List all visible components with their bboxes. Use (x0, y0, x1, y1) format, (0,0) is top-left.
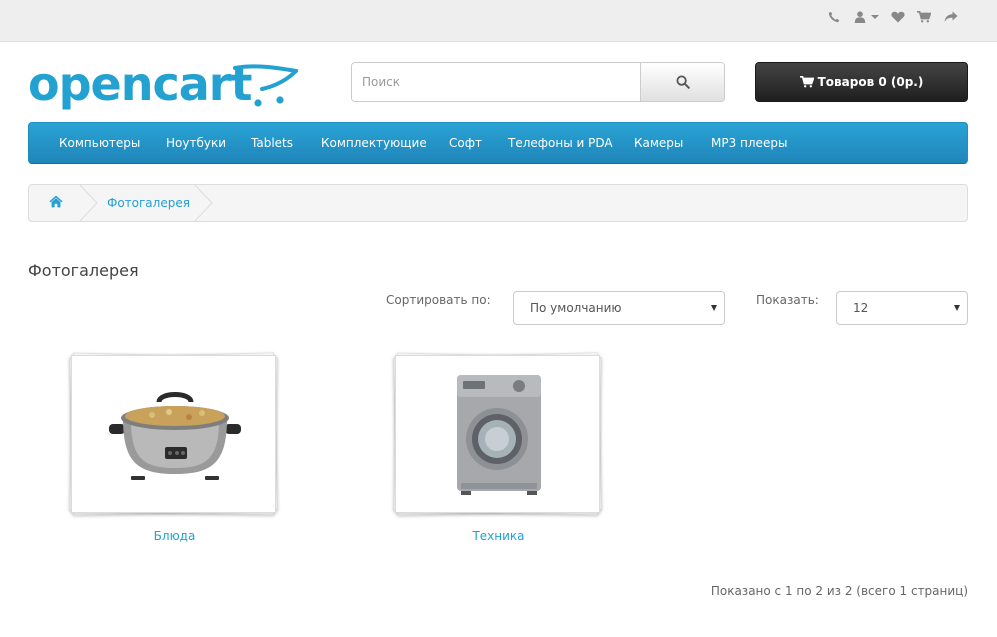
user-icon[interactable] (852, 9, 868, 25)
menu-item-tablets[interactable]: Tablets (251, 123, 293, 163)
top-bar (0, 0, 997, 42)
shopping-cart-icon (799, 76, 814, 88)
chevron-down-icon (871, 15, 879, 19)
photo-frame (71, 355, 276, 513)
gallery-item-label[interactable]: Блюда (71, 529, 278, 543)
slow-cooker-image (72, 356, 277, 514)
dropdown-arrow-icon (711, 305, 717, 311)
gallery-item[interactable] (392, 352, 603, 516)
washing-machine-image (396, 356, 601, 514)
breadcrumb: Фотогалерея (28, 184, 968, 222)
sort-select[interactable]: По умолчанию (513, 291, 725, 325)
search-bar (351, 62, 725, 102)
breadcrumb-item-gallery[interactable]: Фотогалерея (107, 185, 190, 221)
menu-item-laptops[interactable]: Ноутбуки (166, 123, 226, 163)
home-icon[interactable] (49, 195, 65, 211)
limit-label: Показать: (756, 293, 819, 307)
menu-item-computers[interactable]: Компьютеры (59, 123, 140, 163)
sort-label: Сортировать по: (386, 293, 491, 307)
breadcrumb-separator (194, 184, 213, 222)
phone-icon[interactable] (826, 9, 842, 25)
page-title: Фотогалерея (28, 261, 139, 280)
cart-button[interactable]: Товаров 0 (0р.) (755, 62, 968, 102)
logo[interactable]: opencart (28, 57, 298, 116)
share-icon[interactable] (943, 9, 959, 25)
search-icon (676, 75, 690, 89)
limit-select[interactable]: 12 (836, 291, 968, 325)
logo-cart-icon (233, 64, 298, 107)
sort-select-value: По умолчанию (530, 301, 622, 315)
main-menu: Компьютеры Ноутбуки Tablets Комплектующи… (28, 122, 968, 164)
menu-item-software[interactable]: Софт (449, 123, 482, 163)
photo-frame (395, 355, 600, 513)
limit-select-value: 12 (853, 301, 869, 315)
logo-text: opencart (28, 57, 252, 111)
search-input[interactable] (352, 63, 640, 101)
menu-item-mp3-players[interactable]: MP3 плееры (711, 123, 787, 163)
gallery-item-label[interactable]: Техника (395, 529, 602, 543)
menu-item-phones[interactable]: Телефоны и PDA (508, 123, 613, 163)
pagination-info: Показано с 1 по 2 из 2 (всего 1 страниц) (710, 584, 968, 598)
dropdown-arrow-icon (954, 305, 960, 311)
breadcrumb-separator (79, 184, 98, 222)
menu-item-cameras[interactable]: Камеры (634, 123, 683, 163)
gallery-item[interactable] (68, 352, 279, 516)
cart-icon[interactable] (916, 9, 932, 25)
search-button[interactable] (640, 63, 724, 101)
menu-item-components[interactable]: Комплектующие (321, 123, 427, 163)
cart-label: Товаров 0 (0р.) (817, 75, 924, 89)
heart-icon[interactable] (890, 9, 906, 25)
